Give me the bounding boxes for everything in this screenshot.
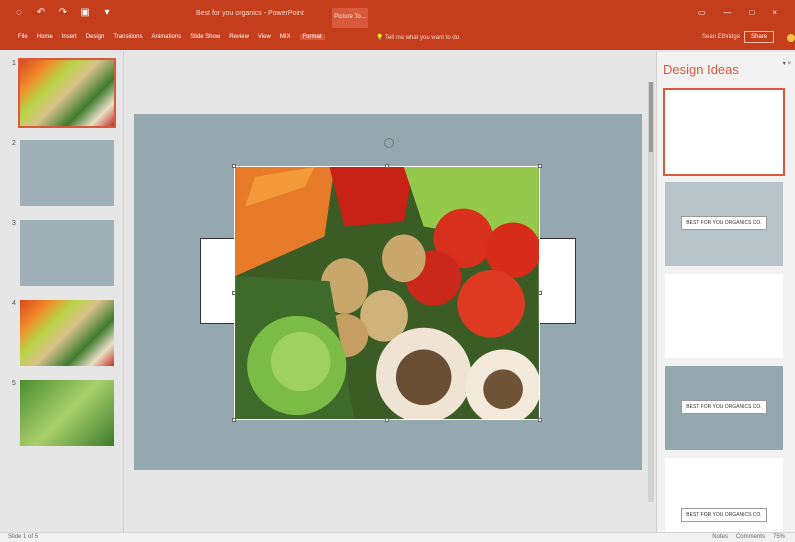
slide-number: 4 xyxy=(12,300,16,307)
status-bar: Slide 1 of 5 Notes Comments 75% xyxy=(0,532,795,542)
customize-qat-icon[interactable]: ▾ xyxy=(102,8,112,18)
tab-transitions[interactable]: Transitions xyxy=(113,34,142,40)
slide-1-preview[interactable] xyxy=(18,58,116,128)
design-ideas-pane: Design Ideas ▾ × BEST FOR YOU ORGANICS C… xyxy=(656,52,795,532)
tab-animations[interactable]: Animations xyxy=(152,34,182,40)
slide-5-preview[interactable] xyxy=(20,380,114,446)
slide-number: 5 xyxy=(12,380,16,387)
redo-icon[interactable]: ↷ xyxy=(58,8,68,18)
resize-handle-top-right[interactable] xyxy=(538,164,542,168)
undo-icon[interactable]: ↶ xyxy=(36,8,46,18)
tab-slide-show[interactable]: Slide Show xyxy=(190,34,220,40)
rotate-handle-icon[interactable] xyxy=(384,138,394,148)
resize-handle-bottom-right[interactable] xyxy=(538,418,542,422)
design-idea-caption: BEST FOR YOU ORGANICS CO. xyxy=(681,508,767,522)
vegetables-picture[interactable] xyxy=(234,166,540,420)
design-ideas-title: Design Ideas xyxy=(663,62,739,77)
tab-format[interactable]: Format xyxy=(299,34,325,40)
slide-number: 2 xyxy=(12,140,16,147)
design-idea-4[interactable]: BEST FOR YOU ORGANICS CO. xyxy=(665,366,783,450)
tab-file[interactable]: File xyxy=(18,34,28,40)
ribbon-tabs-bar: File Home Insert Design Transitions Anim… xyxy=(0,28,795,50)
comments-button[interactable]: Comments xyxy=(736,534,765,540)
design-idea-caption: BEST FOR YOU ORGANICS CO. xyxy=(681,400,767,414)
tab-home[interactable]: Home xyxy=(37,34,53,40)
zoom-level[interactable]: 75% xyxy=(773,534,785,540)
resize-handle-top-left[interactable] xyxy=(232,164,236,168)
quick-access-toolbar: ◌ ↶ ↷ ▣ ▾ xyxy=(14,8,112,18)
tab-mix[interactable]: MIX xyxy=(280,34,291,40)
editor-scroll-thumb[interactable] xyxy=(649,82,653,152)
design-idea-1[interactable] xyxy=(663,88,785,176)
pane-close-icon[interactable]: × xyxy=(787,61,791,67)
slide-editor[interactable] xyxy=(128,52,646,532)
start-presentation-icon[interactable]: ▣ xyxy=(80,8,90,18)
feedback-smiley-icon[interactable] xyxy=(787,34,795,42)
slide-number: 1 xyxy=(12,60,16,67)
design-idea-2[interactable]: BEST FOR YOU ORGANICS CO. xyxy=(665,182,783,266)
status-actions: Notes Comments 75% xyxy=(712,534,785,540)
resize-handle-bottom-left[interactable] xyxy=(232,418,236,422)
slide-3-preview[interactable] xyxy=(20,220,114,286)
signed-in-user[interactable]: Sean Ethridge xyxy=(702,34,740,40)
lightbulb-icon: 💡 xyxy=(376,35,384,41)
design-idea-caption: BEST FOR YOU ORGANICS CO. xyxy=(681,216,767,230)
design-idea-3[interactable] xyxy=(665,274,783,358)
minimize-icon[interactable]: — xyxy=(723,8,731,17)
design-idea-5[interactable]: BEST FOR YOU ORGANICS CO. xyxy=(665,458,783,532)
current-slide[interactable] xyxy=(134,114,642,470)
slide-2-preview[interactable] xyxy=(20,140,114,206)
share-button[interactable]: Share xyxy=(744,31,774,43)
slide-number: 3 xyxy=(12,220,16,227)
resize-handle-right[interactable] xyxy=(538,291,542,295)
ribbon-tabs: File Home Insert Design Transitions Anim… xyxy=(18,34,325,40)
tab-review[interactable]: Review xyxy=(229,34,249,40)
editor-scrollbar[interactable] xyxy=(648,82,654,502)
ribbon-display-options-icon[interactable]: ▭ xyxy=(698,8,706,17)
tab-design[interactable]: Design xyxy=(86,34,105,40)
maximize-icon[interactable]: □ xyxy=(749,8,754,17)
window-controls: ▭ — □ × xyxy=(698,8,777,17)
resize-handle-left[interactable] xyxy=(232,291,236,295)
tab-view[interactable]: View xyxy=(258,34,271,40)
vegetables-photo-art xyxy=(235,167,539,419)
pane-controls: ▾ × xyxy=(783,60,791,67)
document-title: Best for you organics - PowerPoint xyxy=(196,10,304,17)
slide-4-preview[interactable] xyxy=(20,300,114,366)
slide-counter: Slide 1 of 5 xyxy=(8,534,39,540)
slide-thumbnails-pane[interactable]: 1 2 3 4 5 xyxy=(6,52,124,532)
tab-insert[interactable]: Insert xyxy=(62,34,77,40)
pane-options-icon[interactable]: ▾ xyxy=(783,61,786,67)
resize-handle-top[interactable] xyxy=(385,164,389,168)
tell-me-search[interactable]: 💡 Tell me what you want to do xyxy=(376,34,459,41)
resize-handle-bottom[interactable] xyxy=(385,418,389,422)
tell-me-placeholder: Tell me what you want to do xyxy=(385,35,460,41)
notes-button[interactable]: Notes xyxy=(712,534,728,540)
save-icon[interactable]: ◌ xyxy=(14,8,24,18)
close-icon[interactable]: × xyxy=(772,8,777,17)
title-bar: ◌ ↶ ↷ ▣ ▾ Best for you organics - PowerP… xyxy=(0,0,795,28)
picture-tools-context-label: Picture To... xyxy=(332,8,368,28)
